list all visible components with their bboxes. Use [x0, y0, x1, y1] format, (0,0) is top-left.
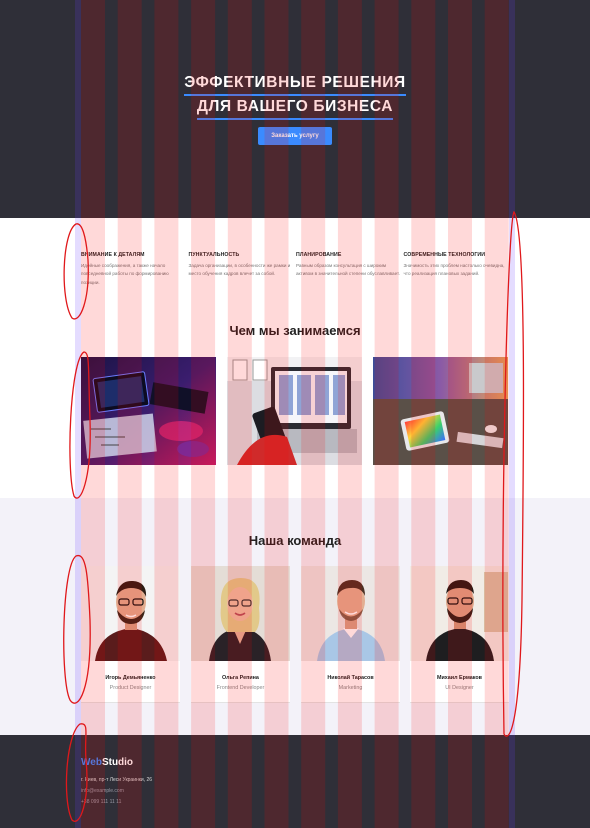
member-role: Frontend Developer	[216, 685, 265, 691]
member-photo	[301, 566, 400, 661]
team-grid: Игорь Демьяненко Product Designer Ольга …	[81, 566, 511, 704]
member-photo	[191, 566, 290, 661]
member-name: Ольга Репина	[222, 675, 259, 681]
feature-title: ВНИМАНИЕ К ДЕТАЛЯМ	[81, 252, 145, 258]
feature-text: Значимость этих проблем настолько очевид…	[403, 263, 505, 277]
member-name: Николай Тарасов	[327, 675, 374, 681]
hero-section: ЭФФЕКТИВНЫЕ РЕШЕНИЯ ДЛЯ ВАШЕГО БИЗНЕСА З…	[0, 0, 590, 218]
team-member-card[interactable]: Михаил Ермаков UI Designer	[410, 566, 509, 703]
order-service-button[interactable]: Заказать услугу	[258, 127, 332, 145]
team-member-card[interactable]: Ольга Репина Frontend Developer	[191, 566, 290, 703]
feature-text: Задача организации, в особенности же рам…	[188, 263, 291, 277]
feature-title: СОВРЕМЕННЫЕ ТЕХНОЛОГИИ	[403, 252, 486, 258]
hero-title-line-2: ДЛЯ ВАШЕГО БИЗНЕСА	[196, 96, 394, 120]
feature-text: Идейные соображения, а также начало повс…	[81, 263, 169, 285]
team-section-title: Наша команда	[248, 533, 342, 548]
works-gallery	[81, 357, 511, 465]
footer-logo[interactable]: WebStudio	[81, 757, 133, 768]
member-photo	[410, 566, 509, 661]
features-row: ВНИМАНИЕ К ДЕТАЛЯМ Идейные соображения, …	[81, 252, 511, 287]
feature-item: СОВРЕМЕННЫЕ ТЕХНОЛОГИИ Значимость этих п…	[404, 252, 512, 287]
feature-title: ПУНКТУАЛЬНОСТЬ	[188, 252, 240, 258]
work-image-coding[interactable]	[81, 357, 216, 465]
member-role: Product Designer	[109, 685, 152, 691]
footer-address: г. Киев, пр-т Леси Украинки, 26	[81, 777, 153, 783]
member-name: Игорь Демьяненко	[105, 675, 156, 681]
member-photo	[81, 566, 180, 661]
logo-web-text: Web	[81, 757, 102, 768]
feature-text: Равным образом консультация с широким ак…	[296, 263, 400, 277]
feature-title: ПЛАНИРОВАНИЕ	[296, 252, 342, 258]
member-role: Marketing	[338, 685, 363, 691]
team-member-card[interactable]: Игорь Демьяненко Product Designer	[81, 566, 180, 703]
member-role: UI Designer	[445, 685, 474, 691]
hero-title-line-1: ЭФФЕКТИВНЫЕ РЕШЕНИЯ	[184, 72, 406, 96]
hero-title: ЭФФЕКТИВНЫЕ РЕШЕНИЯ ДЛЯ ВАШЕГО БИЗНЕСА	[0, 72, 590, 120]
work-image-color-palette[interactable]	[373, 357, 508, 465]
work-image-mobile-design[interactable]	[227, 357, 362, 465]
feature-item: ВНИМАНИЕ К ДЕТАЛЯМ Идейные соображения, …	[81, 252, 189, 287]
footer-phone[interactable]: +38 099 111 11 11	[81, 799, 121, 805]
feature-item: ПУНКТУАЛЬНОСТЬ Задача организации, в осо…	[189, 252, 297, 287]
logo-studio-text: Studio	[101, 757, 134, 768]
member-name: Михаил Ермаков	[436, 675, 482, 681]
footer-email[interactable]: info@example.com	[81, 788, 124, 794]
team-member-card[interactable]: Николай Тарасов Marketing	[301, 566, 400, 703]
works-section-title: Чем мы занимаемся	[229, 323, 361, 338]
footer: WebStudio г. Киев, пр-т Леси Украинки, 2…	[0, 735, 590, 828]
feature-item: ПЛАНИРОВАНИЕ Равным образом консультация…	[296, 252, 404, 287]
